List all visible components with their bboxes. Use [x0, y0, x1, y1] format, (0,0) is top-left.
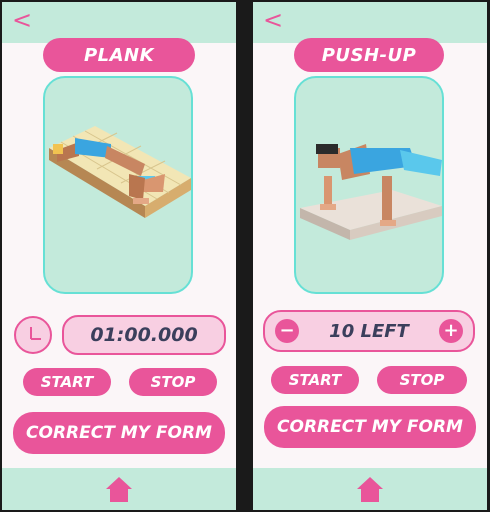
plus-button[interactable]: +: [439, 319, 463, 343]
stop-button[interactable]: STOP: [377, 366, 467, 394]
home-icon[interactable]: [105, 475, 133, 503]
start-button[interactable]: START: [271, 366, 359, 394]
exercise-image-card: [294, 76, 444, 294]
exercise-image-card: [43, 76, 193, 294]
timer-clock-button[interactable]: [14, 316, 52, 354]
timer-display: 01:00.000: [62, 315, 226, 355]
bottom-bar: [253, 468, 487, 510]
start-button[interactable]: START: [23, 368, 111, 396]
pushup-illustration-icon: [300, 144, 442, 240]
exercise-title: PLANK: [43, 38, 195, 72]
back-chevron-icon[interactable]: <: [12, 4, 32, 36]
plank-screen: < PLANK 01:00.000 START STOP CORRECT MY …: [2, 2, 236, 510]
rep-counter: − 10 LEFT +: [263, 310, 475, 352]
home-icon[interactable]: [356, 475, 384, 503]
back-chevron-icon[interactable]: <: [263, 4, 283, 36]
exercise-title: PUSH-UP: [294, 38, 444, 72]
stop-button[interactable]: STOP: [129, 368, 217, 396]
correct-my-form-button[interactable]: CORRECT MY FORM: [13, 412, 225, 454]
clock-icon: [30, 327, 41, 340]
correct-my-form-button[interactable]: CORRECT MY FORM: [264, 406, 476, 448]
top-bar: <: [2, 2, 236, 43]
top-bar: <: [253, 2, 487, 43]
plank-illustration-icon: [49, 126, 191, 218]
pushup-screen: < PUSH-UP − 10 LEFT + START STOP CORRECT…: [253, 2, 487, 510]
bottom-bar: [2, 468, 236, 510]
